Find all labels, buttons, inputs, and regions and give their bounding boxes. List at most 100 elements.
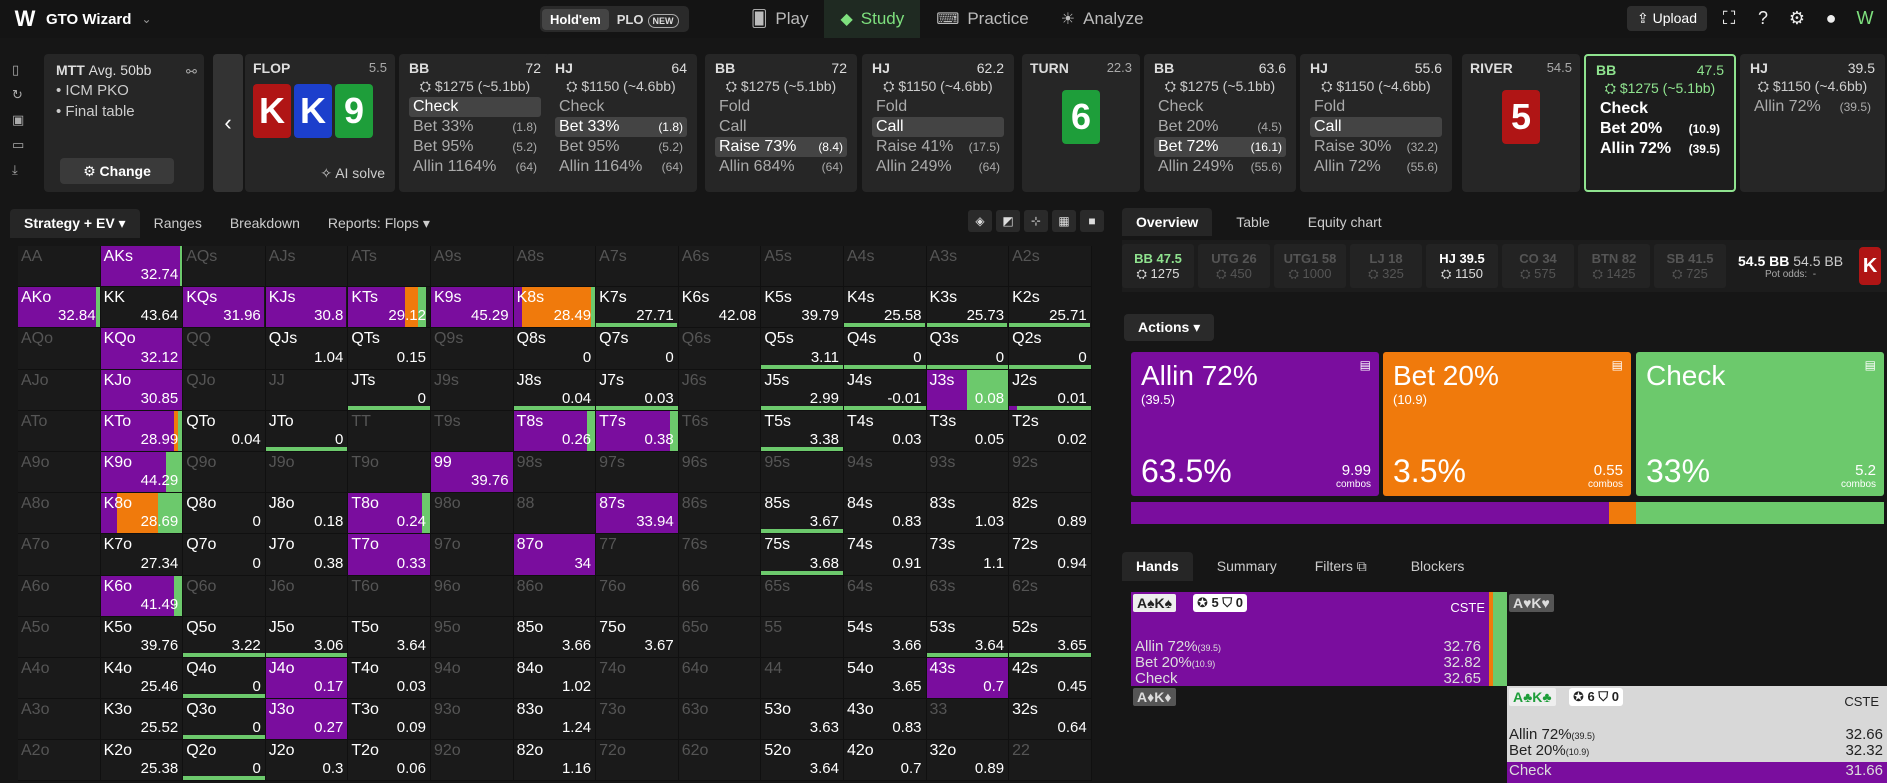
hand-cell[interactable]: K7s 27.71: [596, 287, 679, 329]
hand-cell[interactable]: 82s 0.89: [1009, 493, 1092, 535]
hand-cell[interactable]: AKs 32.74: [100, 246, 184, 288]
compress-icon[interactable]: ⊹: [1024, 210, 1048, 232]
position-chip[interactable]: UTG1 58 ⛭ 1000: [1274, 244, 1346, 288]
hand-cell[interactable]: QJo: [183, 369, 266, 411]
tab-strategy-ev[interactable]: Strategy + EV ▾: [10, 208, 140, 238]
hand-cell[interactable]: 76s: [678, 534, 762, 576]
hand-cell[interactable]: 63s: [926, 575, 1010, 617]
hand-cell[interactable]: 33: [926, 699, 1010, 741]
grid-icon[interactable]: ▦: [1052, 210, 1076, 232]
hand-cell[interactable]: T5s 3.38: [761, 410, 844, 452]
player-action-bb[interactable]: BB 63.6 ⛭ $1275 (~5.1bb) Check Bet 20% (4.5) B…: [1144, 54, 1296, 192]
hand-cell[interactable]: J4s -0.01: [843, 369, 927, 411]
hand-cell[interactable]: K9o 44.29: [100, 451, 184, 494]
hand-cell[interactable]: AKo 32.84: [18, 287, 101, 329]
hand-cell[interactable]: 72s 0.94: [1009, 534, 1092, 576]
hand-cell[interactable]: A3s: [926, 246, 1010, 288]
action-option[interactable]: Check: [1154, 97, 1286, 117]
hand-cell[interactable]: 64o: [678, 657, 762, 700]
hand-cell[interactable]: 92o: [430, 740, 514, 782]
action-option[interactable]: Call: [1310, 117, 1442, 137]
hand-combo[interactable]: A♠K♠ ✪ 5 ⛉ 0 CSTE Allin 72%(39.5) 32.76 B…: [1131, 592, 1507, 687]
hand-cell[interactable]: 88: [513, 493, 597, 535]
hand-cell[interactable]: KJo 30.85: [100, 369, 184, 411]
player-action-bb[interactable]: BB 72 ⛭ $1275 (~5.1bb) Check Bet 33% (1.8) Bet…: [399, 54, 551, 192]
hand-cell[interactable]: 99 39.76: [430, 451, 514, 494]
document-icon[interactable]: ▤: [1865, 358, 1876, 372]
hand-cell[interactable]: AJo: [18, 369, 101, 411]
hand-cell[interactable]: 22: [1009, 740, 1092, 782]
action-option[interactable]: Allin 249% (55.6): [1154, 157, 1286, 177]
hand-cell[interactable]: J5o 3.06: [265, 616, 349, 658]
action-option[interactable]: Raise 30% (32.2): [1310, 137, 1442, 157]
holdem-option[interactable]: Hold'em: [542, 8, 609, 30]
hand-cell[interactable]: 95o: [430, 616, 514, 658]
tab-ranges[interactable]: Ranges: [140, 209, 216, 237]
hand-cell[interactable]: 65o: [678, 616, 762, 658]
action-option[interactable]: Bet 72% (16.1): [1154, 137, 1286, 157]
download-icon[interactable]: ⤓: [12, 162, 24, 178]
hand-cell[interactable]: T5o 3.64: [348, 616, 431, 658]
hand-cell[interactable]: A7s: [596, 246, 679, 288]
hand-cell[interactable]: T2s 0.02: [1009, 410, 1092, 452]
hand-cell[interactable]: Q7o 0: [183, 534, 266, 576]
hand-cell[interactable]: K2s 25.71: [1009, 287, 1092, 329]
hand-cell[interactable]: 93o: [430, 699, 514, 741]
hand-cell[interactable]: 95s: [761, 451, 844, 494]
player-action-bb[interactable]: BB 72 ⛭ $1275 (~5.1bb) Fold Call Raise 73% (8.…: [705, 54, 857, 192]
hand-cell[interactable]: ATo: [18, 410, 101, 452]
hand-cell[interactable]: 32o 0.89: [926, 740, 1010, 782]
hand-cell[interactable]: AQs: [183, 246, 266, 288]
position-chip[interactable]: SB 41.5 ⛭ 725: [1654, 244, 1726, 288]
action-option[interactable]: Bet 95% (5.2): [555, 137, 687, 157]
hand-cell[interactable]: A6o: [18, 575, 101, 617]
hand-cell[interactable]: JTs 0: [348, 369, 431, 411]
hand-cell[interactable]: A4s: [843, 246, 927, 288]
hand-cell[interactable]: 85s 3.67: [761, 493, 844, 535]
document-icon[interactable]: ▤: [1612, 358, 1623, 372]
hand-cell[interactable]: 96o: [430, 575, 514, 617]
hand-cell[interactable]: 86o: [513, 575, 597, 617]
hand-cell[interactable]: A9o: [18, 451, 101, 494]
hand-cell[interactable]: 97o: [430, 534, 514, 576]
hand-cell[interactable]: 75s 3.68: [761, 534, 844, 576]
hand-cell[interactable]: JTo 0: [265, 410, 349, 452]
hand-cell[interactable]: 74o: [596, 657, 679, 700]
player-action-hj[interactable]: HJ 64 ⛭ $1150 (~4.6bb) Check Bet 33% (1.8) Bet…: [545, 54, 697, 192]
hand-cell[interactable]: 98o: [430, 493, 514, 535]
hand-combo[interactable]: A♣K♣ ✪ 6 ⛉ 0 CSTE Allin 72%(39.5) 32.66 B…: [1507, 686, 1887, 783]
hand-cell[interactable]: J3o 0.27: [265, 699, 349, 741]
hand-cell[interactable]: K7o 27.34: [100, 534, 184, 576]
action-option[interactable]: Check: [555, 97, 687, 117]
action-option[interactable]: Raise 73% (8.4): [715, 137, 847, 157]
hand-cell[interactable]: 43s 0.7: [926, 657, 1010, 700]
action-option[interactable]: Fold: [715, 97, 847, 117]
nav-practice[interactable]: ⌨ Practice: [920, 0, 1045, 38]
hand-cell[interactable]: 87o 34: [513, 534, 597, 576]
player-action-hj[interactable]: HJ 39.5 ⛭ $1150 (~4.6bb) Allin 72% (39.5): [1740, 54, 1885, 192]
hand-cell[interactable]: A7o: [18, 534, 101, 576]
tab-table[interactable]: Table: [1212, 208, 1283, 236]
hand-cell[interactable]: 85o 3.66: [513, 616, 597, 658]
hand-cell[interactable]: 62o: [678, 740, 762, 782]
hand-cell[interactable]: KK 43.64: [100, 287, 184, 329]
change-button[interactable]: ⚙ Change: [60, 158, 174, 184]
hand-cell[interactable]: K8o 28.69: [100, 493, 184, 535]
hand-cell[interactable]: 76o: [596, 575, 679, 617]
nav-analyze[interactable]: ☀ Analyze: [1045, 0, 1160, 38]
hand-cell[interactable]: Q5o 3.22: [183, 616, 266, 658]
position-chip[interactable]: HJ 39.5 ⛭ 1150: [1426, 244, 1498, 288]
hand-cell[interactable]: A2s: [1009, 246, 1092, 288]
back-button[interactable]: ‹: [213, 54, 243, 192]
gear-icon[interactable]: ⚙: [1785, 7, 1809, 31]
hand-cell[interactable]: KTs 29.12: [348, 287, 431, 329]
player-action-hj[interactable]: HJ 62.2 ⛭ $1150 (~4.6bb) Fold Call Raise 41%(…: [862, 54, 1014, 192]
hand-cell[interactable]: T4o 0.03: [348, 657, 431, 700]
action-option[interactable]: Bet 20% (4.5): [1154, 117, 1286, 137]
hand-cell[interactable]: Q7s 0: [596, 328, 679, 370]
hand-cell[interactable]: Q6o: [183, 575, 266, 617]
nav-play[interactable]: 🂠 Play: [735, 0, 824, 38]
hand-cell[interactable]: ATs: [348, 246, 431, 288]
hand-cell[interactable]: J8s 0.04: [513, 369, 597, 411]
hand-combo-label[interactable]: A♦K♦: [1133, 688, 1176, 706]
